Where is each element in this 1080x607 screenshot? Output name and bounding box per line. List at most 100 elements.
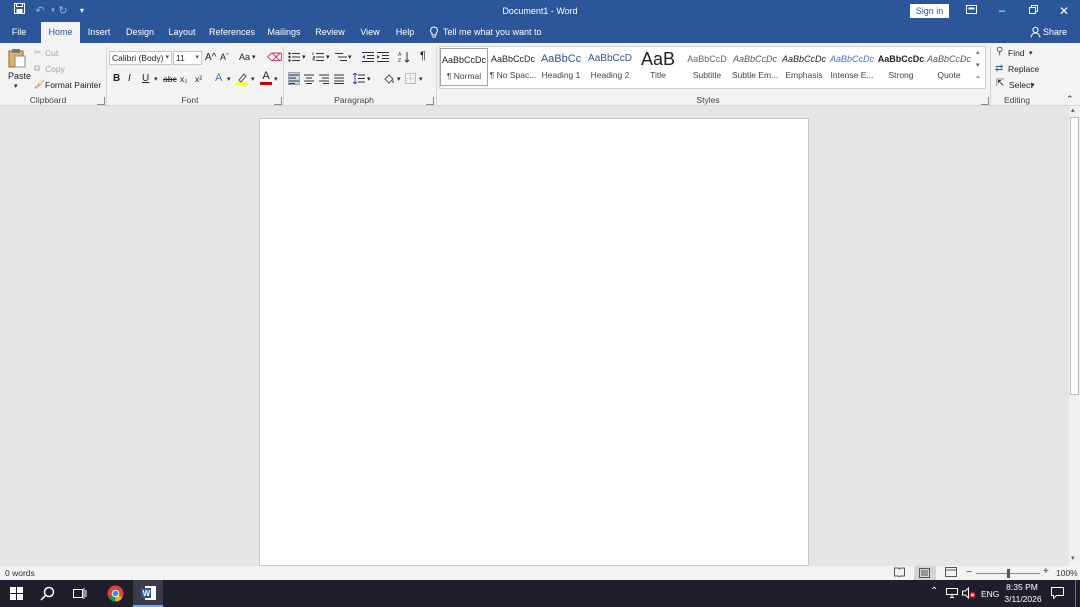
shrink-font-icon[interactable]: Aˇ xyxy=(220,52,229,62)
change-case-dropdown-icon[interactable]: ▾ xyxy=(252,53,256,61)
style-no-spacing[interactable]: AaBbCcDc ¶ No Spac... xyxy=(489,48,537,86)
zoom-in-icon[interactable]: + xyxy=(1043,566,1049,577)
increase-indent-icon[interactable] xyxy=(377,52,389,64)
restore-icon[interactable] xyxy=(1024,3,1042,19)
network-icon[interactable] xyxy=(946,588,958,600)
zoom-slider-thumb[interactable] xyxy=(1007,569,1010,578)
web-layout-icon[interactable] xyxy=(945,567,957,579)
paste-button[interactable]: Paste ▾ xyxy=(5,47,31,91)
tab-references[interactable]: References xyxy=(207,22,257,43)
style-emphasis[interactable]: AaBbCcDc Emphasis xyxy=(780,48,828,86)
style-quote[interactable]: AaBbCcDc Quote xyxy=(925,48,973,86)
scroll-up-arrow-icon[interactable]: ▴ xyxy=(1071,106,1075,114)
shading-dropdown-icon[interactable]: ▾ xyxy=(397,75,401,83)
style-normal[interactable]: AaBbCcDc ¶ Normal xyxy=(440,48,488,86)
highlight-icon[interactable] xyxy=(236,72,248,85)
align-right-icon[interactable] xyxy=(319,74,329,86)
windows-start-icon[interactable] xyxy=(10,587,23,602)
find-dropdown-icon[interactable]: ▾ xyxy=(1029,49,1033,57)
tab-view[interactable]: View xyxy=(356,22,384,43)
sign-in-button[interactable]: Sign in xyxy=(910,4,949,18)
copy-button[interactable]: Copy xyxy=(45,64,65,74)
close-icon[interactable]: ✕ xyxy=(1055,3,1073,19)
task-view-icon[interactable] xyxy=(73,587,87,602)
style-subtitle[interactable]: AaBbCcD Subtitle xyxy=(683,48,731,86)
document-page[interactable] xyxy=(259,118,809,566)
strikethrough-button[interactable]: abc xyxy=(163,74,177,84)
tab-mailings[interactable]: Mailings xyxy=(265,22,303,43)
show-formatting-marks-icon[interactable]: ¶ xyxy=(420,50,426,62)
format-painter-button[interactable]: Format Painter xyxy=(45,80,101,90)
grow-font-icon[interactable]: A^ xyxy=(205,52,216,63)
style-intense-emphasis[interactable]: AaBbCcDc Intense E... xyxy=(828,48,876,86)
bullets-icon[interactable] xyxy=(288,52,300,64)
style-title[interactable]: AaB Title xyxy=(634,48,682,86)
numbering-dropdown-icon[interactable]: ▾ xyxy=(326,53,330,61)
tab-help[interactable]: Help xyxy=(392,22,418,43)
font-color-dropdown-icon[interactable]: ▾ xyxy=(274,75,278,83)
font-color-button[interactable]: A xyxy=(260,71,272,85)
tab-home[interactable]: Home xyxy=(41,22,80,43)
word-count[interactable]: 0 words xyxy=(5,568,35,578)
minimize-icon[interactable]: – xyxy=(993,3,1011,19)
superscript-button[interactable]: x² xyxy=(195,74,202,84)
font-name-combo[interactable]: Calibri (Body) ▾ xyxy=(109,51,172,65)
style-subtle-emphasis[interactable]: AaBbCcDc Subtle Em... xyxy=(731,48,779,86)
redo-icon[interactable]: ↻ xyxy=(54,3,72,19)
cut-button[interactable]: Cut xyxy=(45,48,58,58)
text-effects-dropdown-icon[interactable]: ▾ xyxy=(227,75,231,83)
clock-time[interactable]: 8:35 PM xyxy=(1000,582,1044,592)
find-button[interactable]: Find xyxy=(1008,48,1025,58)
decrease-indent-icon[interactable] xyxy=(362,52,374,64)
scrollbar-thumb[interactable] xyxy=(1070,117,1079,395)
notifications-icon[interactable] xyxy=(1051,587,1064,601)
select-dropdown-icon[interactable]: ▾ xyxy=(1031,81,1035,89)
highlight-dropdown-icon[interactable]: ▾ xyxy=(251,75,255,83)
sort-icon[interactable]: AZ xyxy=(398,51,410,65)
tab-design[interactable]: Design xyxy=(122,22,158,43)
show-desktop-button[interactable] xyxy=(1075,580,1076,607)
zoom-out-icon[interactable]: − xyxy=(966,567,972,578)
chrome-icon[interactable] xyxy=(107,585,124,604)
clear-formatting-icon[interactable]: ⌫ xyxy=(267,51,283,64)
bold-button[interactable]: B xyxy=(113,73,120,84)
read-mode-icon[interactable] xyxy=(894,567,905,579)
tab-layout[interactable]: Layout xyxy=(165,22,199,43)
tab-review[interactable]: Review xyxy=(312,22,348,43)
subscript-button[interactable]: x₂ xyxy=(180,74,188,84)
print-layout-icon[interactable] xyxy=(914,566,936,580)
clipboard-launcher-icon[interactable] xyxy=(97,97,105,105)
ribbon-display-options-icon[interactable] xyxy=(962,3,980,19)
paragraph-launcher-icon[interactable] xyxy=(426,97,434,105)
tab-file[interactable]: File xyxy=(4,22,34,43)
line-spacing-dropdown-icon[interactable]: ▾ xyxy=(367,75,371,83)
word-taskbar-button[interactable]: W xyxy=(133,580,163,607)
multilevel-dropdown-icon[interactable]: ▾ xyxy=(348,53,352,61)
numbering-icon[interactable] xyxy=(312,52,324,64)
tab-insert[interactable]: Insert xyxy=(84,22,114,43)
select-button[interactable]: Select xyxy=(1009,80,1033,90)
style-strong[interactable]: AaBbCcDc Strong xyxy=(877,48,925,86)
styles-scroll-up-icon[interactable]: ▴ xyxy=(976,48,980,56)
save-icon[interactable] xyxy=(10,3,28,19)
shading-icon[interactable] xyxy=(383,73,395,87)
share-button[interactable]: Share xyxy=(1043,22,1067,43)
customize-qat-icon[interactable]: ▾ xyxy=(73,3,91,19)
align-left-icon[interactable] xyxy=(288,72,300,85)
align-center-icon[interactable] xyxy=(304,74,314,86)
line-spacing-icon[interactable] xyxy=(352,72,365,86)
multilevel-list-icon[interactable] xyxy=(335,52,347,64)
zoom-level[interactable]: 100% xyxy=(1056,568,1078,578)
replace-button[interactable]: Replace xyxy=(1008,64,1039,74)
borders-dropdown-icon[interactable]: ▾ xyxy=(419,75,423,83)
borders-icon[interactable] xyxy=(405,73,416,86)
font-launcher-icon[interactable] xyxy=(274,97,282,105)
clock-date[interactable]: 3/11/2026 xyxy=(1000,594,1046,604)
tell-me-search[interactable]: Tell me what you want to do xyxy=(443,22,553,58)
scroll-down-arrow-icon[interactable]: ▾ xyxy=(1071,554,1075,562)
font-size-combo[interactable]: 11 ▾ xyxy=(173,51,202,65)
italic-button[interactable]: I xyxy=(128,73,131,84)
styles-launcher-icon[interactable] xyxy=(981,97,989,105)
style-heading-2[interactable]: AaBbCcD Heading 2 xyxy=(586,48,634,86)
underline-dropdown-icon[interactable]: ▾ xyxy=(154,75,158,83)
